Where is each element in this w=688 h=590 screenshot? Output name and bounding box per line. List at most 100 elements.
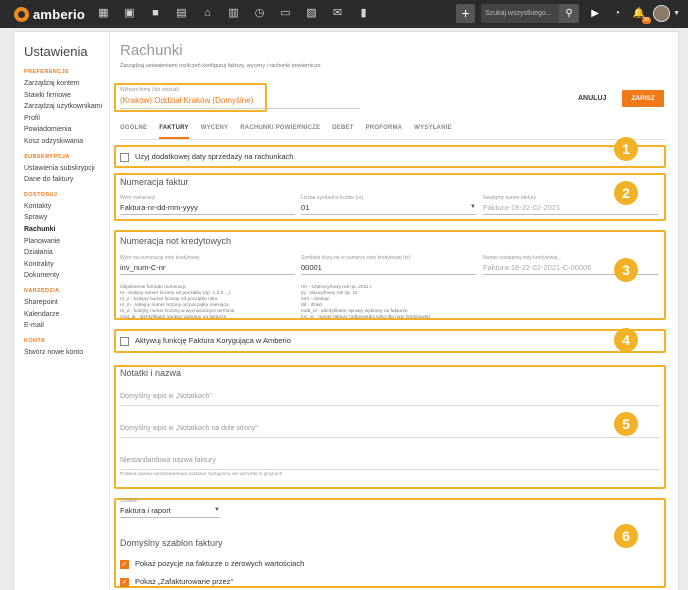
sidebar-item[interactable]: Dane do faktury: [24, 174, 109, 186]
format-explanation-line: cont_id - identyfikator sprawy wybrany n…: [120, 315, 227, 320]
sidebar-item[interactable]: Sharepoint: [24, 297, 109, 309]
invoice-digits-select[interactable]: Liczba symboli w liczbie (nr) 01 ▼: [301, 195, 476, 215]
timer-icon[interactable]: ◔: [609, 6, 625, 22]
custom-invoice-name-hint: Podana nazwa niestandardowa zostanie zas…: [120, 472, 283, 477]
chevron-down-icon[interactable]: ▼: [673, 10, 680, 17]
chevron-down-icon[interactable]: ▼: [470, 204, 476, 210]
folder-icon[interactable]: ▭: [278, 6, 293, 21]
cancel-button[interactable]: ANULUJ: [578, 95, 606, 102]
sidebar-item[interactable]: Dokumenty: [24, 270, 109, 282]
sidebar-section-title: KONTA: [24, 337, 46, 344]
credit-pattern-value[interactable]: inv_num-C-nr: [120, 263, 295, 272]
sidebar-item[interactable]: Powiadomienia: [24, 124, 109, 136]
callout-5: 5: [614, 412, 638, 436]
callout-2: 2: [614, 181, 638, 205]
sidebar-item[interactable]: Działania: [24, 247, 109, 259]
mail-icon[interactable]: ✉: [330, 6, 345, 21]
notes-default-field[interactable]: Domyślny wpis w „Notatkach": [120, 393, 660, 406]
corrective-option[interactable]: Aktywuj funkcję Faktura Korygująca w Amb…: [120, 336, 291, 346]
sidebar-item[interactable]: Kosz odzyskiwania: [24, 136, 109, 148]
sidebar-item[interactable]: Sprawy: [24, 212, 109, 224]
template-select-value[interactable]: Faktura i raport: [120, 506, 220, 515]
chevron-down-icon[interactable]: ▼: [214, 507, 220, 513]
sidebar-item[interactable]: E-mail: [24, 320, 109, 332]
sidebar-item[interactable]: Zarządzaj kontem: [24, 78, 109, 90]
default-template-title: Domyślny szablon faktury: [120, 538, 223, 548]
invoice-pattern-value[interactable]: Faktura-nr-dd-mm-yyyy: [120, 203, 295, 212]
custom-invoice-name-field[interactable]: Niestandardowa nazwa faktury Podana nazw…: [120, 457, 660, 477]
save-button[interactable]: ZAPISZ: [622, 90, 664, 107]
tab[interactable]: RACHUNKI POWIERNICZE: [240, 122, 320, 139]
invoice-icon[interactable]: ▤: [174, 6, 189, 21]
sale-date-checkbox[interactable]: [120, 152, 129, 162]
invoiced-by-checkbox[interactable]: ✓: [120, 577, 129, 587]
documents-icon[interactable]: ▧: [304, 6, 319, 21]
format-explanation-right: rrrr - czterocyfrowy rok np. 2011 r yy - …: [301, 285, 430, 321]
zero-items-option[interactable]: ✓ Pokaż pozycje na fakturze o zerowych wa…: [120, 559, 304, 569]
sidebar-item[interactable]: Zarządzaj użytkownikami: [24, 101, 109, 113]
top-navigation-bar: amberio ▦ ▣ ■ ▤ ⌂ ▥ ◷ ▭ ▧ ✉ ▮ + Szukaj w…: [0, 0, 688, 28]
invoice-numbering-title: Numeracja faktur: [120, 177, 189, 187]
dashboard-icon[interactable]: ▦: [96, 6, 111, 21]
invoice-digits-label: Liczba symboli w liczbie (nr): [301, 195, 364, 201]
history-icon[interactable]: ◷: [252, 6, 267, 21]
notes-footer-placeholder[interactable]: Domyślny wpis w „Notatkach na dole stron…: [120, 425, 660, 432]
tab[interactable]: OGÓLNE: [120, 122, 147, 139]
corrective-checkbox[interactable]: [120, 336, 129, 346]
reports-icon[interactable]: ▮: [356, 6, 371, 21]
sidebar-item[interactable]: Kontrakty: [24, 259, 109, 271]
sidebar-section-title: SUBSKRYPCJA: [24, 153, 70, 160]
tab[interactable]: PROFORMA: [366, 122, 403, 139]
sidebar-section-title: NARZĘDZIA: [24, 287, 60, 294]
notifications-icon[interactable]: 🔔 36: [631, 6, 652, 24]
play-icon[interactable]: ▶: [587, 6, 603, 22]
credit-digits-label: Symbole liczą się w numerze noty kredyto…: [301, 255, 411, 261]
template-select[interactable]: Szablon Faktura i raport ▼: [120, 498, 220, 518]
sidebar-item[interactable]: Rachunki: [24, 224, 109, 236]
sale-date-option[interactable]: Użyj dodatkowej daty sprzedaży na rachun…: [120, 152, 293, 162]
invoice-digits-value[interactable]: 01: [301, 203, 476, 212]
tab[interactable]: FAKTURY: [159, 122, 189, 139]
invoice-pattern-label: Wzór numeracji: [120, 195, 155, 201]
credit-digits-field[interactable]: Symbole liczą się w numerze noty kredyto…: [301, 255, 476, 275]
bank-icon[interactable]: ⌂: [200, 6, 215, 21]
invoiced-by-option[interactable]: ✓ Pokaż „Zafakturowane przez": [120, 577, 233, 587]
notifications-count: 36: [641, 16, 652, 24]
callout-6: 6: [614, 524, 638, 548]
avatar[interactable]: [653, 5, 671, 22]
sidebar-item[interactable]: Stwórz nowe konto: [24, 347, 109, 359]
sidebar-item[interactable]: Kalendarze: [24, 309, 109, 321]
sidebar-item[interactable]: Ustawienia subskrypcji: [24, 163, 109, 175]
search-input[interactable]: Szukaj wszystkiego...: [481, 4, 560, 23]
sidebar-item[interactable]: Planowanie: [24, 236, 109, 248]
tab[interactable]: DEBET: [332, 122, 353, 139]
module-icons: ▦ ▣ ■ ▤ ⌂ ▥ ◷ ▭ ▧ ✉ ▮: [96, 6, 382, 21]
add-button[interactable]: +: [456, 4, 476, 23]
credit-digits-value[interactable]: 00001: [301, 263, 476, 272]
tab[interactable]: WYSYŁANIE: [414, 122, 451, 139]
sidebar-item[interactable]: Profil: [24, 113, 109, 125]
sidebar-section-title: DOSTOSUJ: [24, 191, 58, 198]
custom-invoice-name-placeholder[interactable]: Niestandardowa nazwa faktury: [120, 457, 660, 464]
notes-default-placeholder[interactable]: Domyślny wpis w „Notatkach": [120, 393, 660, 400]
briefcase-icon[interactable]: ■: [148, 6, 163, 21]
calendar-icon[interactable]: ▥: [226, 6, 241, 21]
credit-pattern-field[interactable]: Wzór na numerację noty kredytowej inv_nu…: [120, 255, 295, 275]
settings-sidebar: Ustawienia PREFERENCJE Zarządzaj kontem St…: [14, 32, 110, 590]
notes-footer-field[interactable]: Domyślny wpis w „Notatkach na dole stron…: [120, 425, 660, 438]
sidebar-item[interactable]: Kontakty: [24, 201, 109, 213]
amberio-logo[interactable]: amberio: [14, 6, 85, 22]
format-explanation-line: inv_nr - numer faktury (odpowiedni tylko…: [301, 315, 431, 320]
callout-1: 1: [614, 137, 638, 161]
format-explanation-left: Objaśnienie formatu numeracji: nr - kolej…: [120, 285, 234, 321]
zero-items-checkbox[interactable]: ✓: [120, 559, 129, 569]
sale-date-label: Użyj dodatkowej daty sprzedaży na rachun…: [135, 152, 294, 161]
contacts-icon[interactable]: ▣: [122, 6, 137, 21]
tab[interactable]: WYCENY: [201, 122, 229, 139]
sidebar-item[interactable]: Stawki firmowe: [24, 90, 109, 102]
logo-text: amberio: [33, 6, 85, 22]
topbar-right: + Szukaj wszystkiego... ⚲ ▶ ◔ 🔔 36 ▼: [456, 4, 680, 24]
invoice-pattern-field[interactable]: Wzór numeracji Faktura-nr-dd-mm-yyyy: [120, 195, 295, 215]
invoiced-by-label: Pokaż „Zafakturowane przez": [135, 577, 234, 586]
search-icon[interactable]: ⚲: [559, 4, 580, 23]
